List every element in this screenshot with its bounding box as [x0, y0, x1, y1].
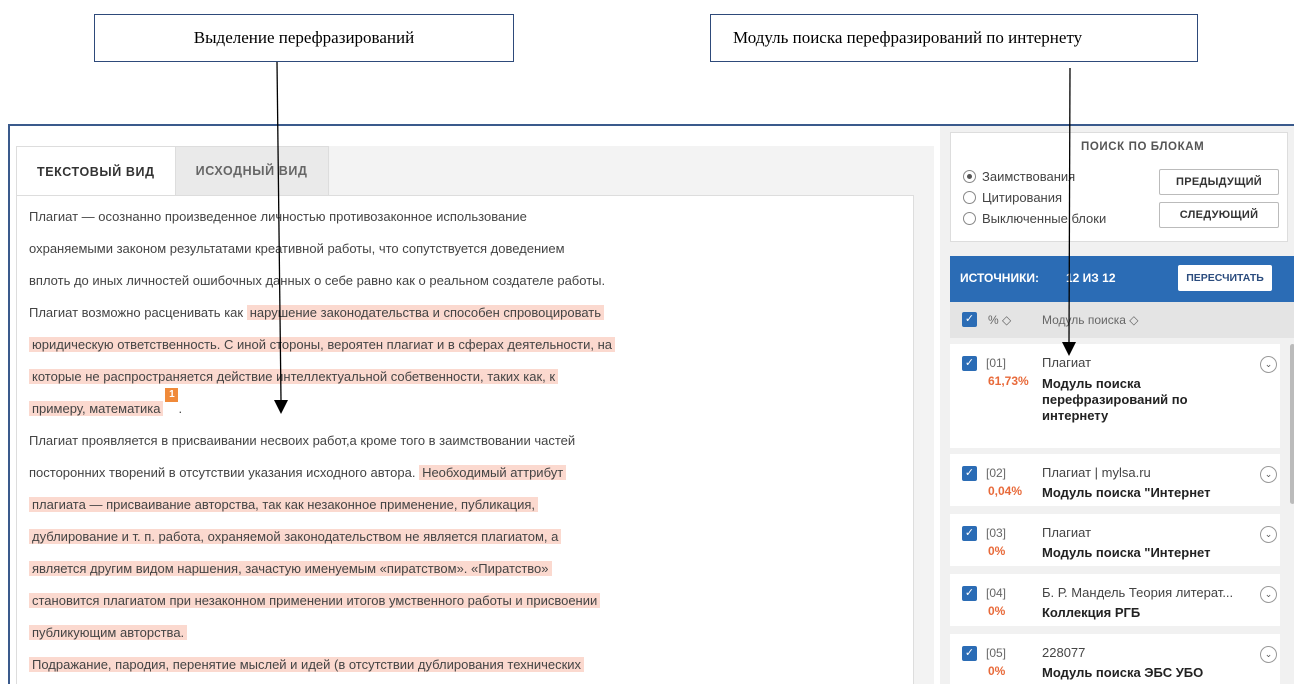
text-line: плагиата — присваивание авторства, так к…	[29, 494, 539, 516]
radio-selected-icon	[963, 170, 976, 183]
view-tabs: ТЕКСТОВЫЙ ВИД ИСХОДНЫЙ ВИД	[16, 146, 329, 196]
recalculate-button[interactable]: ПЕРЕСЧИТАТЬ	[1178, 265, 1272, 291]
source-checkbox[interactable]: ✓	[962, 466, 977, 481]
sort-percent-header[interactable]: % ◇	[988, 313, 1011, 327]
app-frame: ТЕКСТОВЫЙ ВИД ИСХОДНЫЙ ВИД Плагиат — осо…	[8, 124, 1294, 684]
expand-chevron-icon[interactable]: ⌄	[1260, 466, 1277, 483]
text-line: Подражание, пародия, перенятие мыслей и …	[29, 654, 585, 676]
highlighted-fragment[interactable]: плагиата — присваивание авторства, так к…	[29, 497, 539, 512]
radio-borrowings[interactable]: Заимствования	[963, 169, 1075, 184]
sort-module-header[interactable]: Модуль поиска ◇	[1042, 313, 1139, 327]
sources-label: ИСТОЧНИКИ:	[960, 271, 1040, 285]
text-line: является другим видом наршения, зачастую…	[29, 558, 552, 580]
sources-count: 12 ИЗ 12	[1066, 271, 1116, 285]
source-item[interactable]: ✓ [03] 0% Плагиат Модуль поиска "Интерне…	[950, 514, 1280, 566]
source-item[interactable]: ✓ [01] 61,73% Плагиат Модуль поиска пере…	[950, 344, 1280, 448]
expand-chevron-icon[interactable]: ⌄	[1260, 356, 1277, 373]
text-line: охраняемыми законом результатами креатив…	[29, 241, 565, 256]
document-panel: ТЕКСТОВЫЙ ВИД ИСХОДНЫЙ ВИД Плагиат — осо…	[16, 146, 934, 684]
text-line: Плагиат — осознанно произведенное личнос…	[29, 209, 527, 224]
block-search-title: ПОИСК ПО БЛОКАМ	[1081, 141, 1205, 153]
text-line: дублирование и т. п. работа, охраняемой …	[29, 526, 562, 548]
radio-icon	[963, 212, 976, 225]
next-button[interactable]: СЛЕДУЮЩИЙ	[1159, 202, 1279, 228]
previous-button[interactable]: ПРЕДЫДУЩИЙ	[1159, 169, 1279, 195]
text-line: юридическую ответственность. С иной стор…	[29, 334, 615, 356]
sources-scrollbar[interactable]	[1290, 344, 1294, 504]
source-checkbox[interactable]: ✓	[962, 356, 977, 371]
radio-disabled-blocks[interactable]: Выключенные блоки	[963, 211, 1106, 226]
select-all-checkbox[interactable]: ✓	[962, 312, 977, 327]
radio-citations[interactable]: Цитирования	[963, 190, 1062, 205]
source-checkbox[interactable]: ✓	[962, 586, 977, 601]
expand-chevron-icon[interactable]: ⌄	[1260, 646, 1277, 663]
highlighted-fragment[interactable]: юридическую ответственность. С иной стор…	[29, 337, 615, 352]
callout-right-text: Модуль поиска перефразирований по интерн…	[733, 28, 1083, 47]
sources-header: ИСТОЧНИКИ: 12 ИЗ 12 ПЕРЕСЧИТАТЬ	[950, 256, 1294, 302]
source-item[interactable]: ✓ [04] 0% Б. Р. Мандель Теория литерат..…	[950, 574, 1280, 626]
source-marker[interactable]: 1	[165, 388, 179, 402]
highlighted-fragment[interactable]: которые не распространяется действие инт…	[29, 369, 559, 384]
highlighted-fragment[interactable]: нарушение законодательства и способен сп…	[246, 305, 604, 320]
text-line: Плагиат проявляется в присваивании несво…	[29, 433, 576, 448]
text-line: становится плагиатом при незаконном прим…	[29, 590, 601, 612]
highlighted-fragment[interactable]: дублирование и т. п. работа, охраняемой …	[29, 529, 562, 544]
radio-icon	[963, 191, 976, 204]
source-checkbox[interactable]: ✓	[962, 646, 977, 661]
callout-paraphrase-module: Модуль поиска перефразирований по интерн…	[710, 14, 1198, 62]
highlighted-fragment[interactable]: Подражание, пародия, перенятие мыслей и …	[29, 657, 585, 672]
source-checkbox[interactable]: ✓	[962, 526, 977, 541]
tab-text-view[interactable]: ТЕКСТОВЫЙ ВИД	[16, 146, 176, 196]
document-text: Плагиат — осознанно произведенное личнос…	[16, 195, 914, 684]
block-search: ПОИСК ПО БЛОКАМ Заимствования Цитировани…	[950, 132, 1288, 242]
expand-chevron-icon[interactable]: ⌄	[1260, 526, 1277, 543]
callout-left-text: Выделение перефразирований	[193, 28, 415, 47]
highlighted-fragment[interactable]: становится плагиатом при незаконном прим…	[29, 593, 601, 608]
callout-paraphrase-highlight: Выделение перефразирований	[94, 14, 514, 62]
text-line: которые не распространяется действие инт…	[29, 366, 559, 388]
tab-source-view[interactable]: ИСХОДНЫЙ ВИД	[175, 146, 329, 196]
highlighted-fragment[interactable]: является другим видом наршения, зачастую…	[29, 561, 552, 576]
highlighted-fragment[interactable]: Необходимый аттрибут	[419, 465, 567, 480]
highlighted-fragment[interactable]: публикующим авторства.	[29, 625, 188, 640]
text-line: публикующим авторства.	[29, 622, 188, 644]
sources-panel: ПОИСК ПО БЛОКАМ Заимствования Цитировани…	[940, 126, 1294, 684]
expand-chevron-icon[interactable]: ⌄	[1260, 586, 1277, 603]
source-item[interactable]: ✓ [02] 0,04% Плагиат | mylsa.ru Модуль п…	[950, 454, 1280, 506]
text-line: Плагиат возможно расценивать как нарушен…	[29, 302, 604, 324]
sources-list: ✓ [01] 61,73% Плагиат Модуль поиска пере…	[950, 338, 1294, 684]
sources-column-header: ✓ % ◇ Модуль поиска ◇	[950, 302, 1294, 338]
text-line: посторонних творений в отсутствии указан…	[29, 462, 567, 484]
text-line: вплоть до иных личностей ошибочных данны…	[29, 273, 606, 288]
highlighted-fragment[interactable]: примеру, математика	[29, 401, 164, 416]
source-item[interactable]: ✓ [05] 0% 228077 Модуль поиска ЭБС УБО ⌄	[950, 634, 1280, 684]
text-line: примеру, математика1.	[29, 388, 182, 420]
